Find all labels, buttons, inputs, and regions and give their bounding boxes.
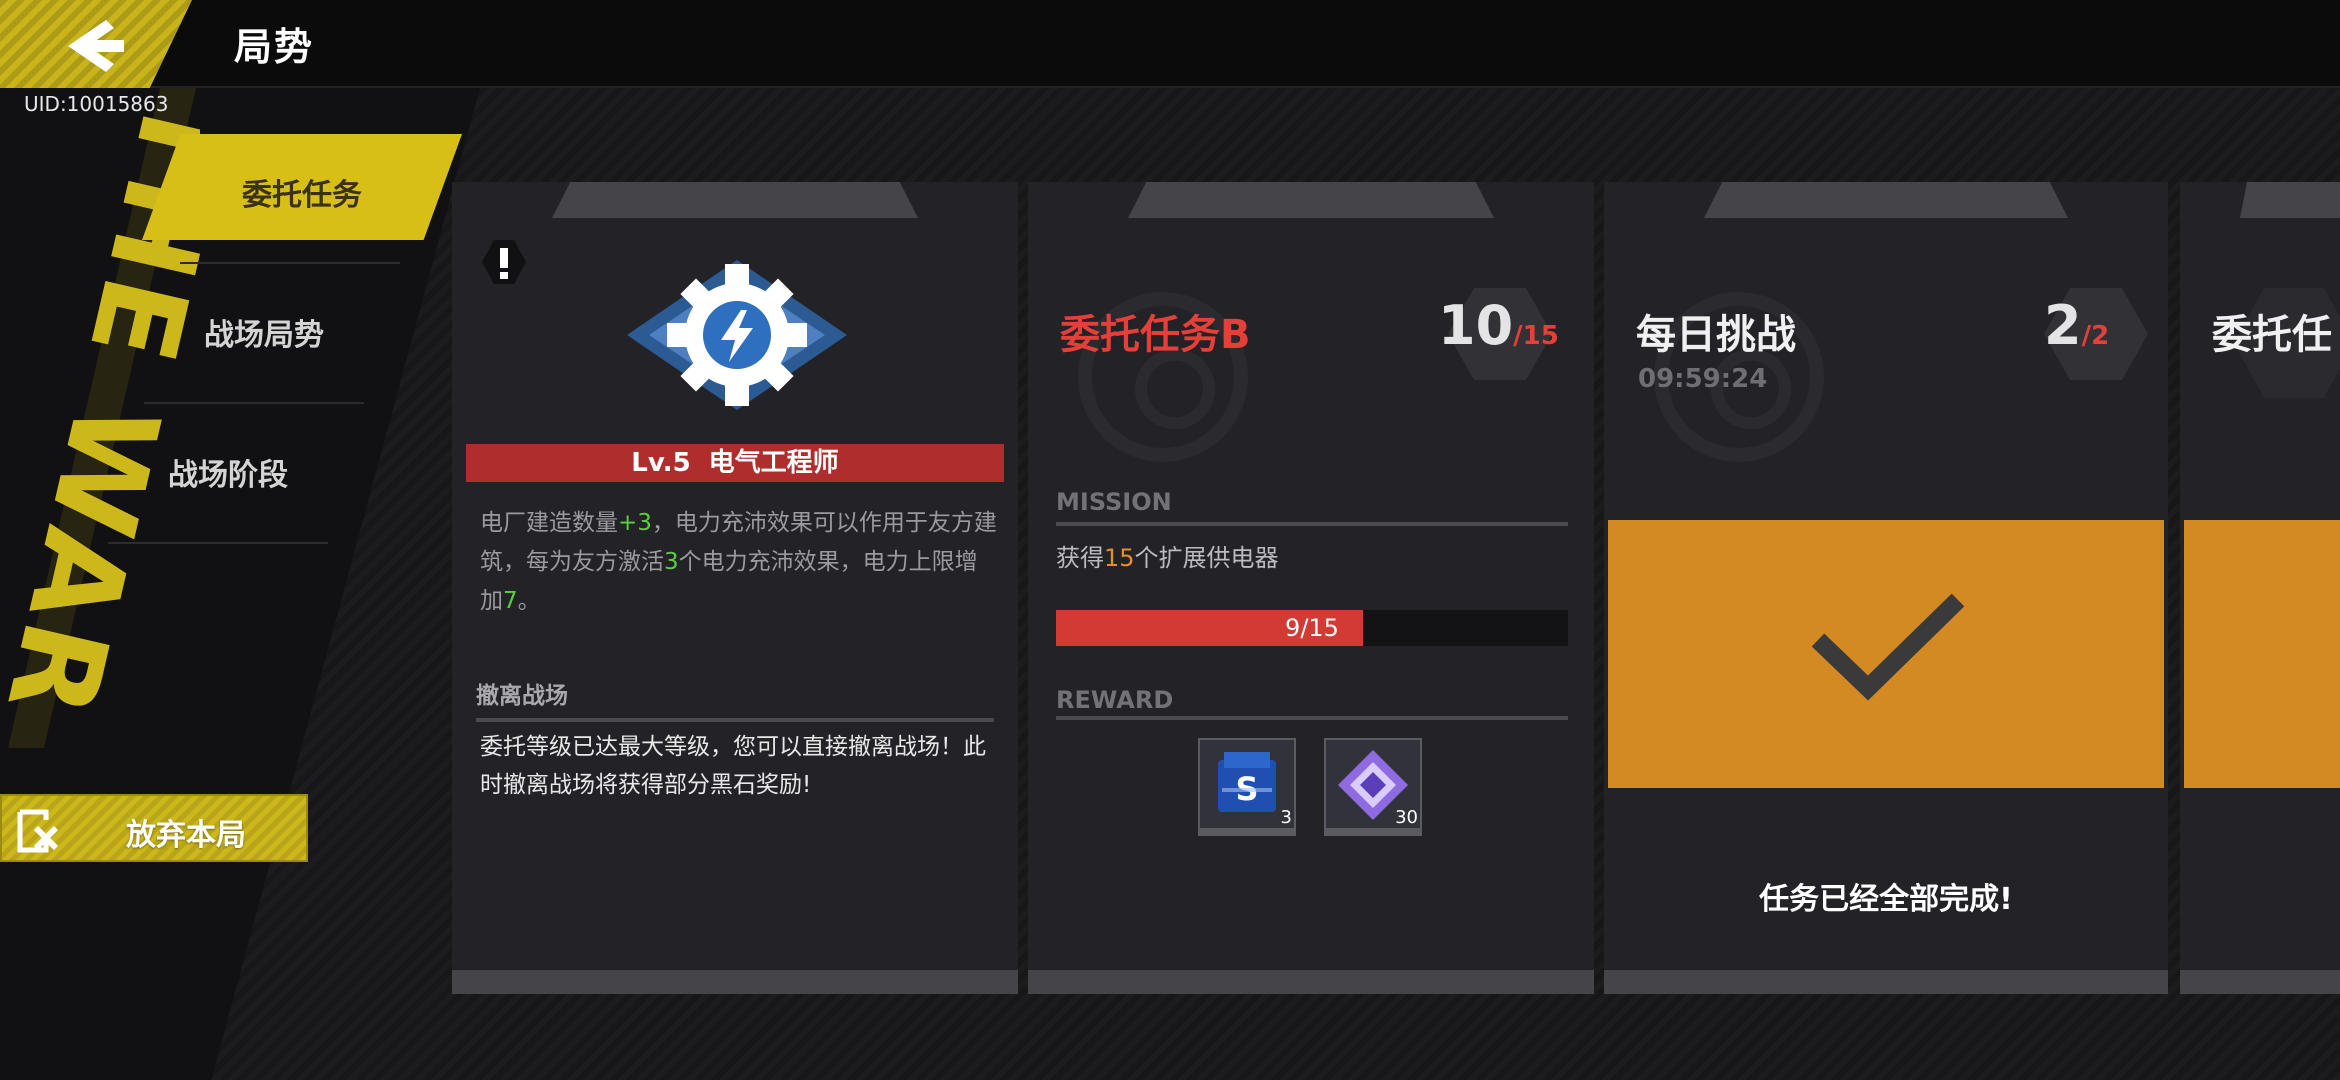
abandon-game-button[interactable]: 放弃本局 <box>0 794 308 862</box>
talent-card: Lv.5 电气工程师 电厂建造数量+3，电力充沛效果可以作用于友方建筑，每为友方激… <box>452 182 1018 994</box>
reward-qty: 3 <box>1280 807 1292 828</box>
daily-challenge-card[interactable]: 每日挑战 09:59:24 2/2 任务已经全部完成! <box>1604 182 2168 994</box>
progress-text: 9/15 <box>1285 614 1339 642</box>
daily-challenge-title: 每日挑战 <box>1636 312 1796 358</box>
section-divider <box>1056 522 1568 526</box>
abandon-button-label: 放弃本局 <box>126 818 246 853</box>
card-bottom-bar <box>2180 970 2340 994</box>
daily-timer: 09:59:24 <box>1638 364 1768 394</box>
daily-count-total: /2 <box>2081 321 2110 351</box>
mission-count-current: 10 <box>1438 294 1514 357</box>
back-button[interactable] <box>0 0 192 88</box>
nav-divider <box>180 262 400 264</box>
desc-highlight: +3 <box>618 510 652 536</box>
card-top-tab <box>1704 182 2068 218</box>
nav-tab-battlefield-situation[interactable]: 战场局势 <box>204 310 324 354</box>
mission-label: MISSION <box>1056 488 1172 516</box>
mission-description: 获得15个扩展供电器 <box>1056 538 1279 573</box>
top-bar: 局势 <box>0 0 2340 88</box>
mission-count-total: /15 <box>1513 321 1559 351</box>
nav-tab-missions[interactable]: 委托任务 <box>142 134 462 240</box>
mission-title: 委托任务B <box>1060 312 1251 358</box>
all-done-text: 任务已经全部完成! <box>1759 882 2013 917</box>
reward-qty: 30 <box>1395 807 1418 828</box>
card-bottom-bar <box>1604 970 2168 994</box>
page-title: 局势 <box>234 25 315 69</box>
desc-text: 。 <box>517 588 541 614</box>
completed-block <box>2184 520 2340 788</box>
mission-card-partial[interactable]: 委托任 <box>2180 182 2340 994</box>
desc-text: 个扩展供电器 <box>1134 544 1279 572</box>
check-icon <box>1811 593 1965 701</box>
exit-icon <box>17 809 59 853</box>
completed-block <box>1608 520 2164 788</box>
uid-label: UID:10015863 <box>24 92 169 116</box>
daily-count-current: 2 <box>2044 294 2082 357</box>
card-bottom-bar <box>452 970 1018 994</box>
mission-progress-bar: 9/15 <box>1056 610 1568 646</box>
card-top-tab <box>2240 182 2340 218</box>
alert-icon[interactable] <box>480 238 528 286</box>
desc-highlight: 3 <box>664 549 679 575</box>
talent-description: 电厂建造数量+3，电力充沛效果可以作用于友方建筑，每为友方激活3个电力充沛效果，… <box>480 504 1000 621</box>
electric-gear-icon <box>627 260 847 410</box>
back-arrow-icon <box>68 20 124 72</box>
card-top-tab <box>1128 182 1494 218</box>
daily-counter: 2/2 <box>2044 294 2109 357</box>
nav-divider <box>144 402 364 404</box>
mission-card[interactable]: 委托任务B 10/15 MISSION 获得15个扩展供电器 9/15 REWA… <box>1028 182 1594 994</box>
nav-divider <box>108 542 328 544</box>
mission-counter: 10/15 <box>1438 294 1559 357</box>
partial-card-title: 委托任 <box>2212 312 2332 358</box>
nav-tab-missions-label: 委托任务 <box>242 178 362 213</box>
talent-level: Lv.5 <box>631 448 691 478</box>
reward-label: REWARD <box>1056 686 1174 714</box>
evac-section-title: 撤离战场 <box>476 683 568 709</box>
section-divider <box>1056 716 1568 720</box>
reward-item[interactable]: S 3 <box>1198 738 1296 836</box>
desc-highlight: 15 <box>1104 544 1135 572</box>
talent-level-bar: Lv.5 电气工程师 <box>466 444 1004 482</box>
desc-highlight: 7 <box>503 588 518 614</box>
reward-item[interactable]: 30 <box>1324 738 1422 836</box>
desc-text: 获得 <box>1056 544 1104 572</box>
desc-text: 电厂建造数量 <box>480 510 618 536</box>
evac-description: 委托等级已达最大等级，您可以直接撤离战场！此时撤离战场将获得部分黑石奖励! <box>480 734 986 798</box>
card-top-tab <box>552 182 918 218</box>
talent-name: 电气工程师 <box>708 448 839 478</box>
game-screen: 局势 UID:10015863 THE WAR 委托任务 战场局势 战场阶段 放… <box>0 0 2340 1080</box>
card-bottom-bar <box>1028 970 1594 994</box>
blue-s-card-icon: S <box>1218 752 1276 812</box>
section-divider <box>476 718 994 722</box>
nav-tab-battlefield-stage[interactable]: 战场阶段 <box>168 450 288 494</box>
